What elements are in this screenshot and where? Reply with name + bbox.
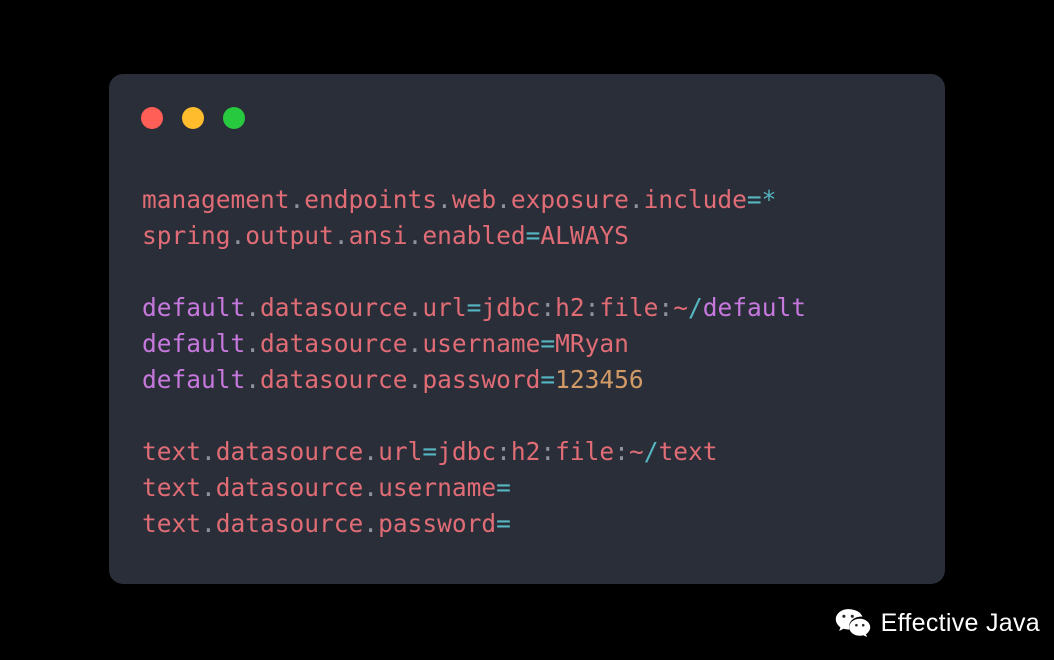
- code-token: MRyan: [555, 329, 629, 358]
- code-token: default: [142, 365, 246, 394]
- code-token: .: [496, 185, 511, 214]
- code-token: datasource: [260, 329, 408, 358]
- code-token: :: [584, 293, 600, 322]
- code-token: default: [142, 293, 246, 322]
- code-line: default.datasource.username=MRyan: [142, 326, 927, 362]
- code-token: management: [142, 185, 290, 214]
- code-block[interactable]: management.endpoints.web.exposure.includ…: [142, 182, 927, 542]
- code-token: web: [451, 185, 497, 214]
- code-token: =: [540, 365, 556, 394]
- code-token: .: [245, 293, 261, 322]
- code-token: jdbc: [437, 437, 497, 466]
- code-token: datasource: [260, 293, 408, 322]
- minimize-window-button[interactable]: [182, 107, 204, 129]
- close-window-button[interactable]: [141, 107, 163, 129]
- code-token: .: [363, 473, 379, 502]
- code-token: =: [540, 329, 556, 358]
- code-token: datasource: [215, 473, 364, 502]
- window-controls: [141, 107, 245, 129]
- code-token: password: [422, 365, 541, 394]
- code-line: text.datasource.username=: [142, 470, 927, 506]
- code-card: management.endpoints.web.exposure.includ…: [109, 74, 945, 584]
- code-token: .: [230, 221, 246, 250]
- code-token: url: [378, 437, 423, 466]
- code-token: .: [289, 185, 305, 214]
- code-token: username: [422, 329, 541, 358]
- zoom-window-button[interactable]: [223, 107, 245, 129]
- code-token: :: [496, 437, 511, 466]
- code-token: h2: [555, 293, 585, 322]
- code-token: datasource: [215, 509, 364, 538]
- code-token: .: [628, 185, 644, 214]
- code-token: datasource: [260, 365, 408, 394]
- code-token: =: [496, 509, 511, 538]
- code-token: .: [437, 185, 452, 214]
- code-token: datasource: [215, 437, 364, 466]
- code-token: .: [201, 509, 216, 538]
- code-token: exposure: [510, 185, 629, 214]
- code-line: default.datasource.url=jdbc:h2:file:~/de…: [142, 290, 927, 326]
- code-token: default: [702, 293, 806, 322]
- code-token: url: [422, 293, 467, 322]
- code-line: text.datasource.url=jdbc:h2:file:~/text: [142, 434, 927, 470]
- code-token: .: [245, 365, 261, 394]
- code-line: spring.output.ansi.enabled=ALWAYS: [142, 218, 927, 254]
- code-token: ~: [673, 293, 688, 322]
- code-token: *: [761, 185, 777, 214]
- code-token: =: [496, 473, 511, 502]
- code-token: .: [363, 437, 379, 466]
- code-token: ~: [628, 437, 644, 466]
- watermark-label: Effective Java: [880, 608, 1040, 637]
- code-token: include: [643, 185, 747, 214]
- code-token: .: [407, 293, 423, 322]
- code-token: .: [201, 437, 216, 466]
- code-token: .: [407, 365, 423, 394]
- code-token: .: [363, 509, 379, 538]
- code-token: ansi: [348, 221, 408, 250]
- code-token: :: [658, 293, 674, 322]
- code-token: :: [614, 437, 629, 466]
- code-token: h2: [510, 437, 541, 466]
- code-token: file: [555, 437, 615, 466]
- code-token: enabled: [422, 221, 526, 250]
- code-token: spring: [142, 221, 231, 250]
- code-line: default.datasource.password=123456: [142, 362, 927, 398]
- code-token: text: [142, 509, 202, 538]
- code-token: text: [142, 437, 202, 466]
- code-token: output: [245, 221, 334, 250]
- wechat-icon: [835, 608, 871, 638]
- code-token: .: [245, 329, 261, 358]
- code-token: /: [687, 293, 703, 322]
- code-token: username: [378, 473, 497, 502]
- code-token: =: [466, 293, 482, 322]
- code-token: jdbc: [481, 293, 541, 322]
- code-token: 123456: [555, 365, 644, 394]
- code-token: file: [599, 293, 659, 322]
- code-token: .: [407, 329, 423, 358]
- code-token: default: [142, 329, 246, 358]
- code-line: text.datasource.password=: [142, 506, 927, 542]
- code-token: .: [333, 221, 349, 250]
- code-token: /: [643, 437, 659, 466]
- code-token: endpoints: [304, 185, 438, 214]
- code-token: =: [422, 437, 438, 466]
- footer-watermark: Effective Java: [835, 608, 1040, 638]
- code-token: text: [658, 437, 718, 466]
- code-token: text: [142, 473, 202, 502]
- code-token: password: [378, 509, 497, 538]
- code-token: ALWAYS: [540, 221, 629, 250]
- code-token: .: [407, 221, 423, 250]
- code-token: .: [201, 473, 216, 502]
- code-token: =: [525, 221, 541, 250]
- code-token: =: [746, 185, 762, 214]
- code-token: :: [540, 293, 556, 322]
- code-line: management.endpoints.web.exposure.includ…: [142, 182, 927, 218]
- code-token: :: [540, 437, 556, 466]
